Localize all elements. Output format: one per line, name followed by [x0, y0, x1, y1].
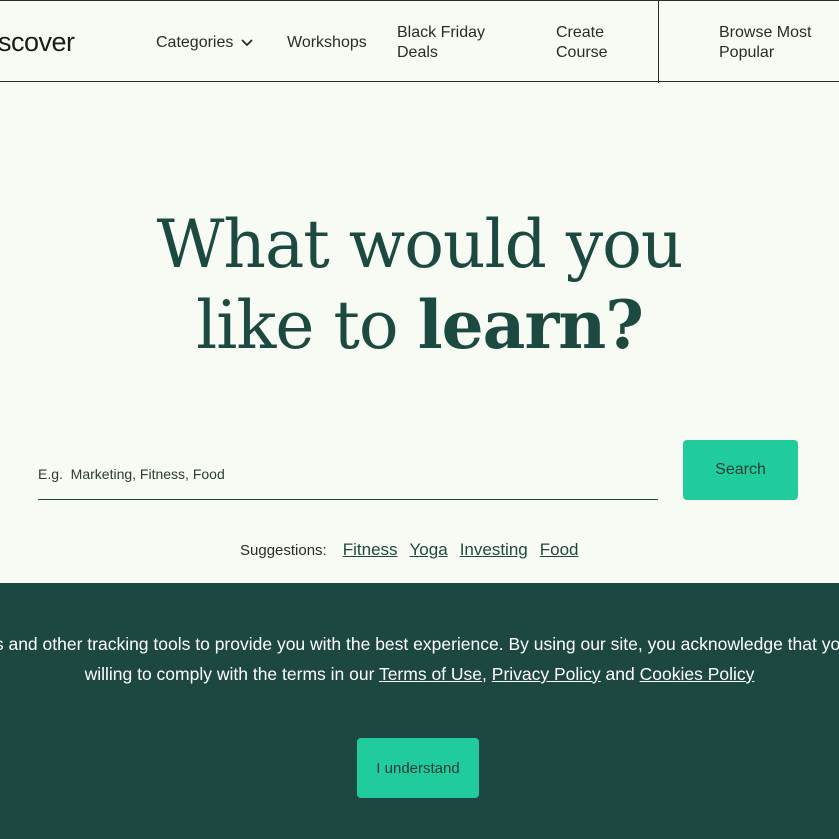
- nav-black-friday-deals[interactable]: Black Friday Deals: [397, 23, 507, 63]
- cookie-and: and: [600, 664, 640, 684]
- suggestion-link-yoga[interactable]: Yoga: [410, 540, 448, 560]
- privacy-policy-link[interactable]: Privacy Policy: [492, 664, 601, 684]
- nav-workshops[interactable]: Workshops: [287, 33, 367, 53]
- hero-title-line2-prefix: like to: [196, 287, 418, 364]
- suggestion-link-investing[interactable]: Investing: [460, 540, 528, 560]
- nav-create-course[interactable]: Create Course: [556, 23, 636, 63]
- chevron-down-icon: [241, 39, 254, 47]
- terms-of-use-link[interactable]: Terms of Use: [379, 664, 482, 684]
- suggestions: Suggestions: Fitness Yoga Investing Food: [240, 540, 590, 560]
- nav-browse-most-popular[interactable]: Browse Most Popular: [719, 23, 829, 63]
- hero-title-line1: What would you: [156, 206, 684, 283]
- nav-divider: [658, 1, 659, 83]
- cookie-banner: This website uses cookies and other trac…: [0, 583, 839, 839]
- nav-categories[interactable]: Categories: [156, 33, 254, 53]
- cookie-message: This website uses cookies and other trac…: [0, 629, 839, 689]
- search-input[interactable]: [38, 442, 658, 500]
- cookie-separator: ,: [482, 664, 492, 684]
- site-logo[interactable]: scover: [0, 27, 75, 58]
- site-header: scover Categories Workshops Black Friday…: [0, 0, 839, 83]
- cookies-policy-link[interactable]: Cookies Policy: [640, 664, 755, 684]
- suggestion-link-fitness[interactable]: Fitness: [343, 540, 398, 560]
- cookie-accept-button[interactable]: I understand: [357, 738, 479, 798]
- suggestion-link-food[interactable]: Food: [540, 540, 579, 560]
- search-button[interactable]: Search: [683, 440, 798, 500]
- hero-title-line2-bold: learn?: [417, 286, 644, 364]
- nav-categories-label: Categories: [156, 34, 234, 51]
- suggestions-label: Suggestions:: [240, 542, 327, 559]
- hero-title: What would you like to learn?: [0, 205, 839, 366]
